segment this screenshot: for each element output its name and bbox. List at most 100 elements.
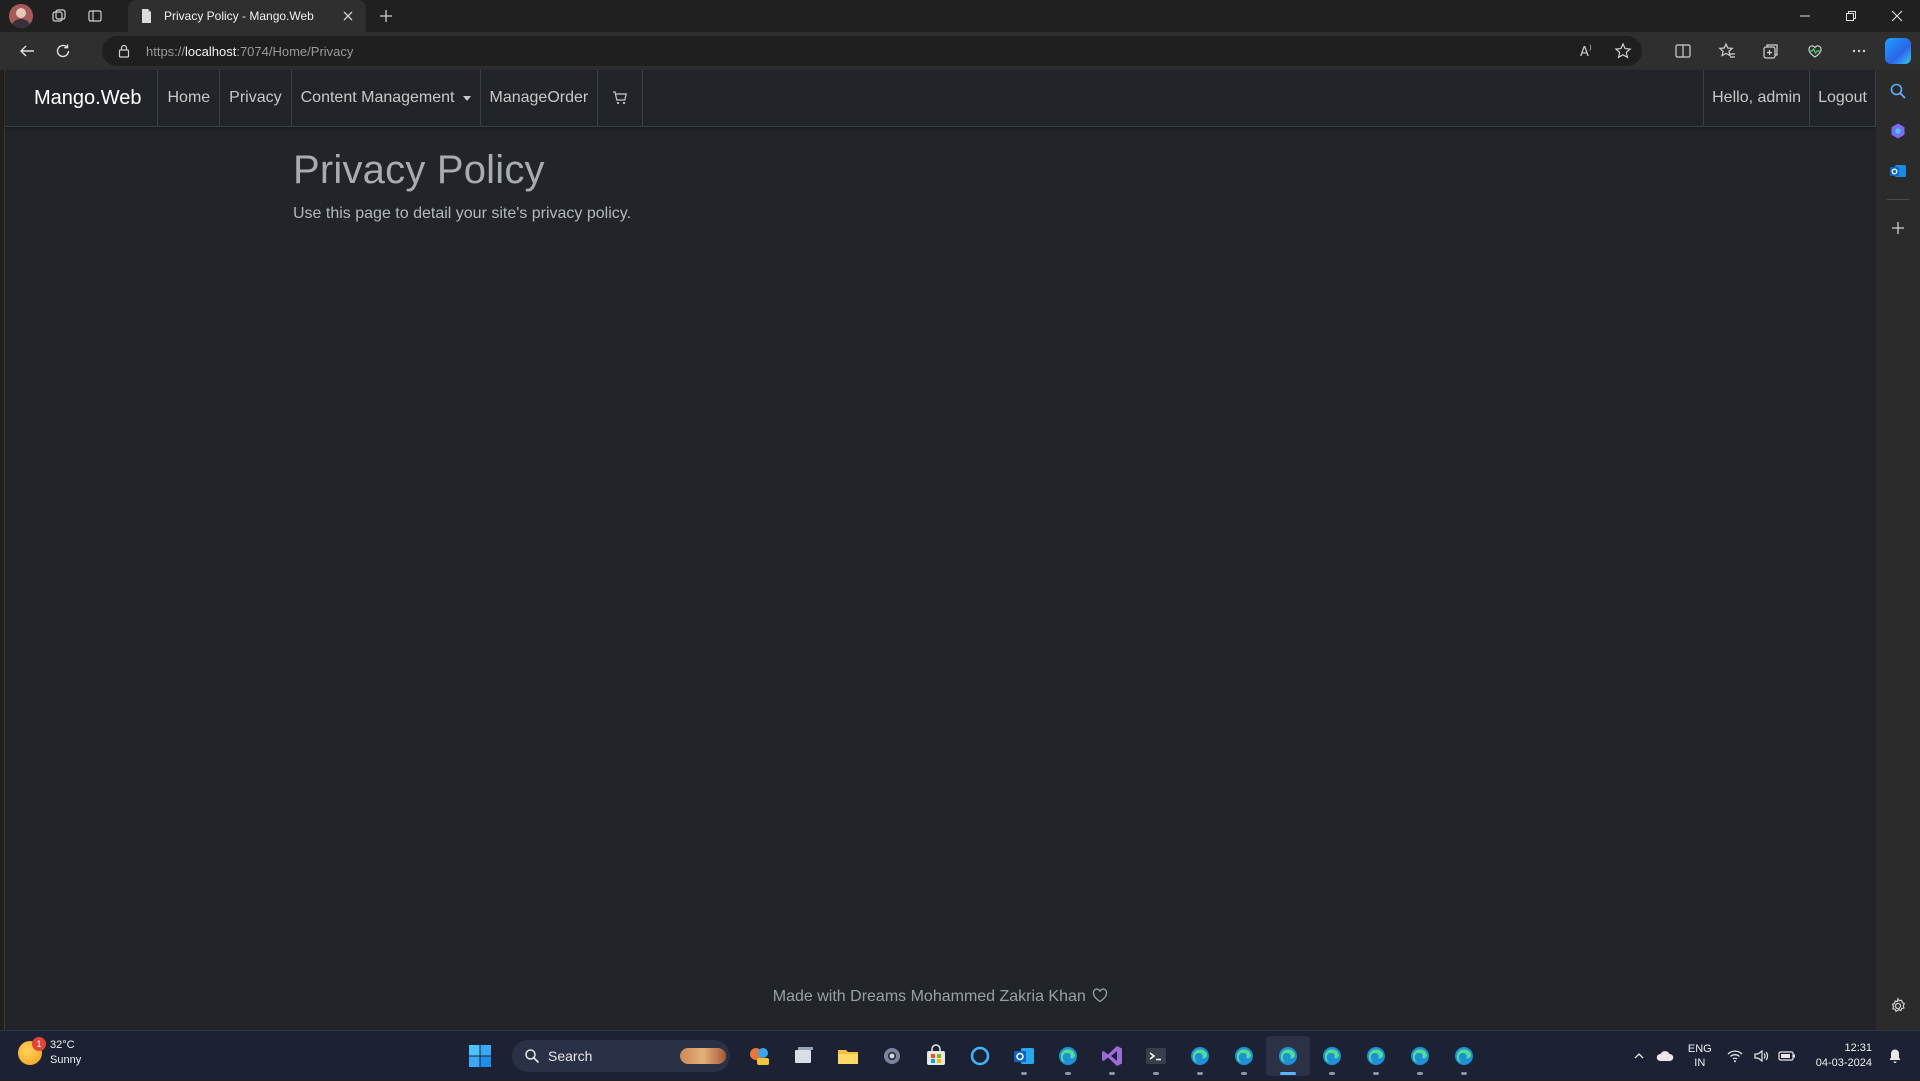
system-tray: ENG IN 12:31 04-03-2024 [1626,1031,1920,1081]
favorites-icon[interactable] [1705,32,1749,70]
back-arrow-icon[interactable] [9,35,45,67]
windows-taskbar: 1 32°C Sunny Search ENG IN 12:31 04-03-2… [0,1030,1920,1080]
page-description: Use this page to detail your site's priv… [293,205,632,222]
browser-toolbar: https://localhost:7074/Home/Privacy A) [0,32,1920,70]
clock-time: 12:31 [1844,1042,1872,1054]
copilot-icon[interactable] [1885,38,1911,64]
search-icon[interactable] [1876,71,1920,111]
nav-greeting[interactable]: Hello, admin [1703,70,1811,126]
clock-date: 04-03-2024 [1815,1057,1872,1069]
wifi-icon[interactable] [1722,1036,1748,1076]
active-indicator [1280,1072,1296,1075]
main-content: Privacy Policy Use this page to detail y… [293,148,631,223]
edge-sidebar [1876,70,1920,1030]
nav-content-management-label: Content Management [300,89,455,106]
running-indicator [1417,1072,1423,1075]
terminal-icon[interactable] [1134,1036,1178,1076]
edge-app-icon-5[interactable] [1354,1036,1398,1076]
widgets-app-icon[interactable] [738,1036,782,1076]
lock-icon[interactable] [116,43,132,59]
running-indicator [1197,1072,1203,1075]
restore-icon[interactable] [1828,0,1874,32]
edge-app-icon-6[interactable] [1398,1036,1442,1076]
outlook-icon[interactable] [1876,151,1920,191]
favorite-star-icon[interactable] [1614,42,1632,60]
edge-app-icon-3[interactable] [1222,1036,1266,1076]
read-aloud-icon[interactable]: A) [1578,42,1596,60]
running-indicator [1241,1072,1247,1075]
footer-text: Made with Dreams Mohammed Zakria Khan [772,988,1086,1005]
svg-text:A: A [1580,45,1589,60]
weather-widget[interactable]: 1 32°C Sunny [18,1037,81,1068]
url-text: https://localhost:7074/Home/Privacy [146,43,354,59]
search-highlight-image [680,1048,726,1064]
close-window-icon[interactable] [1874,0,1920,32]
running-indicator [1329,1072,1335,1075]
weather-temp: 32°C [50,1039,75,1051]
edge-app-icon-7[interactable] [1442,1036,1486,1076]
nav-home[interactable]: Home [158,70,221,126]
file-explorer-icon[interactable] [826,1036,870,1076]
running-indicator [1373,1072,1379,1075]
language-indicator[interactable]: ENG IN [1688,1042,1712,1070]
running-indicator [1109,1072,1115,1075]
cortana-icon[interactable] [958,1036,1002,1076]
nav-manage-order[interactable]: ManageOrder [481,70,599,126]
notification-badge: 1 [32,1037,46,1051]
onedrive-cloud-icon[interactable] [1652,1036,1678,1076]
edge-app-icon-2[interactable] [1178,1036,1222,1076]
outlook-app-icon[interactable] [1002,1036,1046,1076]
refresh-icon[interactable] [45,35,81,67]
edge-app-icon-active[interactable] [1266,1036,1310,1076]
browser-tab-active[interactable]: Privacy Policy - Mango.Web [128,0,366,32]
browser-essentials-icon[interactable] [1793,32,1837,70]
workspaces-icon[interactable] [41,0,77,32]
copilot-sidebar-icon[interactable] [1876,111,1920,151]
nav-content-management-dropdown[interactable]: Content Management [292,70,481,126]
site-navbar: Mango.Web Home Privacy Content Managemen… [5,70,1876,127]
taskbar-search[interactable]: Search [512,1040,730,1072]
heart-icon [1092,988,1108,1008]
edge-app-icon[interactable] [1046,1036,1090,1076]
settings-app-icon[interactable] [870,1036,914,1076]
brand-link[interactable]: Mango.Web [5,70,159,126]
search-label: Search [548,1048,593,1064]
sidebar-divider [1887,199,1909,200]
language-region: IN [1694,1057,1706,1069]
running-indicator [1065,1072,1071,1075]
add-icon[interactable] [1876,208,1920,248]
nav-logout[interactable]: Logout [1810,70,1876,126]
minimize-icon[interactable] [1782,0,1828,32]
notification-bell-icon[interactable] [1882,1036,1908,1076]
nav-privacy[interactable]: Privacy [220,70,292,126]
language-code: ENG [1687,1043,1712,1055]
split-screen-icon[interactable] [1661,32,1705,70]
tab-actions-icon[interactable] [77,0,113,32]
microsoft-store-icon[interactable] [914,1036,958,1076]
svg-text:): ) [1589,44,1592,52]
browser-titlebar: Privacy Policy - Mango.Web [0,0,1920,32]
chevron-up-icon[interactable] [1626,1036,1652,1076]
settings-gear-icon[interactable] [1876,986,1920,1026]
task-view-icon[interactable] [782,1036,826,1076]
running-indicator [1021,1072,1027,1075]
volume-icon[interactable] [1748,1036,1774,1076]
edge-app-icon-4[interactable] [1310,1036,1354,1076]
more-options-icon[interactable] [1837,32,1881,70]
cart-icon[interactable] [598,70,644,126]
page-favicon-icon [138,8,154,24]
close-tab-icon[interactable] [340,8,356,24]
running-indicator [1153,1072,1159,1075]
visual-studio-icon[interactable] [1090,1036,1134,1076]
sun-icon: 1 [18,1037,46,1065]
page-viewport: Mango.Web Home Privacy Content Managemen… [4,70,1876,1030]
collections-icon[interactable] [1749,32,1793,70]
windows-start-icon[interactable] [458,1036,502,1076]
clock[interactable]: 12:31 04-03-2024 [1816,1041,1872,1071]
new-tab-icon[interactable] [374,4,398,28]
chevron-down-icon [462,95,471,101]
page-title: Privacy Policy [293,148,545,192]
profile-avatar[interactable] [9,4,33,28]
address-bar[interactable]: https://localhost:7074/Home/Privacy A) [102,36,1642,66]
battery-icon[interactable] [1774,1036,1800,1076]
